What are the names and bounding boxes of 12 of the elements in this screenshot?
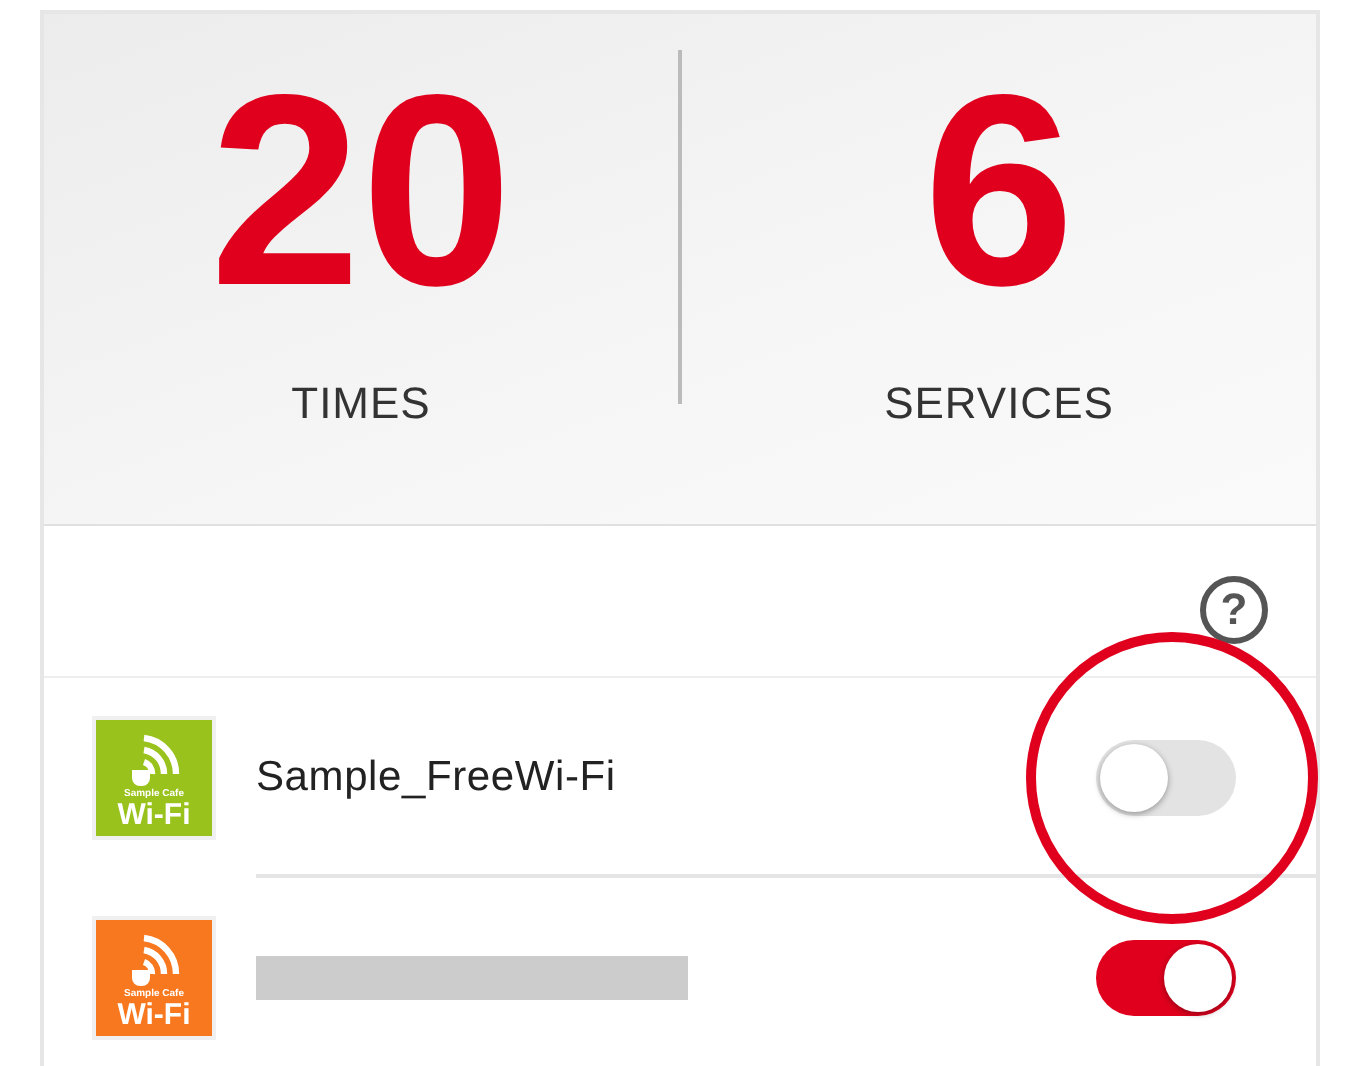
wifi-cup-icon — [128, 930, 180, 991]
stat-label: TIMES — [291, 376, 431, 432]
toggle-switch[interactable] — [1096, 740, 1236, 816]
logo-title: Wi-Fi — [117, 800, 191, 832]
help-icon[interactable]: ? — [1200, 576, 1268, 644]
stat-number: 20 — [209, 54, 513, 326]
toggle-switch[interactable] — [1096, 940, 1236, 1016]
stat-number: 6 — [923, 54, 1075, 326]
network-name: Sample_FreeWi-Fi — [256, 752, 618, 805]
wifi-cup-icon — [128, 730, 180, 791]
logo-title: Wi-Fi — [117, 1000, 191, 1032]
stat-label: SERVICES — [884, 376, 1114, 432]
